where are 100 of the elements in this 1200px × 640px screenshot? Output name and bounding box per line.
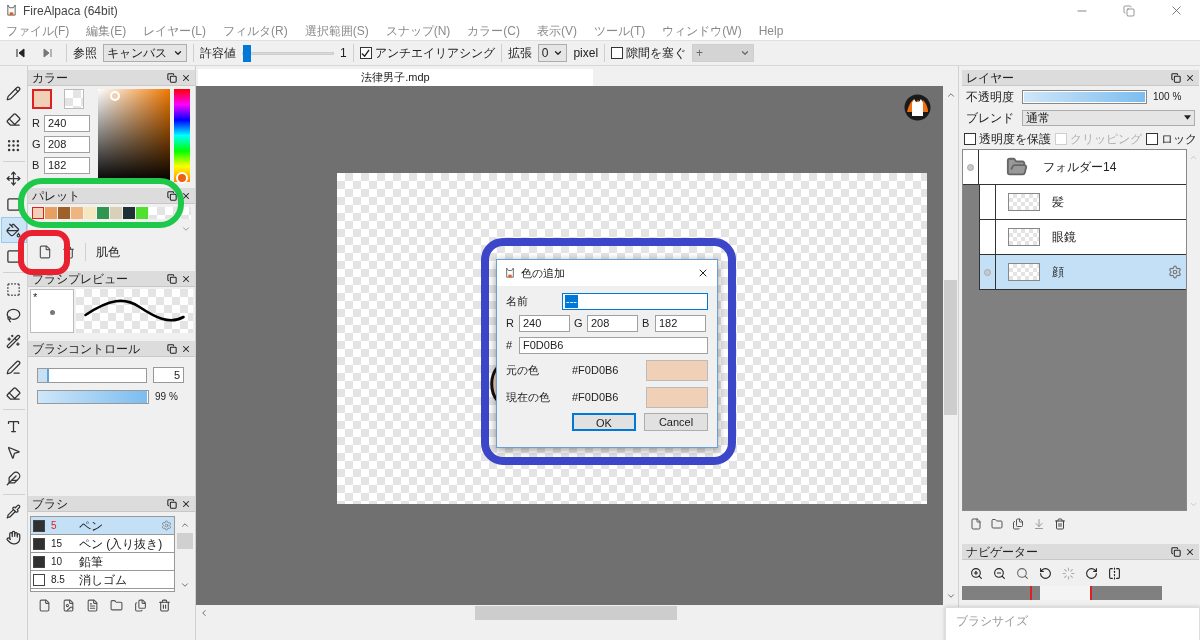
- input-field[interactable]: 208: [44, 136, 90, 153]
- checkbox[interactable]: [1146, 132, 1158, 145]
- input-field[interactable]: 182: [655, 315, 706, 332]
- trash-icon[interactable]: [158, 598, 171, 612]
- input-field[interactable]: 208: [587, 315, 638, 332]
- close-icon[interactable]: [181, 190, 191, 201]
- picker-handle[interactable]: [110, 91, 120, 101]
- menu-item[interactable]: 編集(E): [86, 21, 127, 40]
- menu-item[interactable]: カラー(C): [467, 21, 520, 40]
- search-icon[interactable]: [1016, 566, 1029, 580]
- menu-item[interactable]: 表示(V): [537, 21, 577, 40]
- menu-item[interactable]: ウィンドウ(W): [662, 21, 742, 40]
- image-file-icon[interactable]: [62, 598, 75, 612]
- palette-swatch[interactable]: [71, 207, 83, 219]
- rotate-right-icon[interactable]: [1085, 566, 1098, 580]
- visibility-toggle[interactable]: [980, 220, 996, 254]
- float-icon[interactable]: [167, 72, 177, 83]
- palette-swatch[interactable]: [84, 207, 96, 219]
- new-file-icon[interactable]: [38, 245, 52, 259]
- palette-swatch[interactable]: [32, 207, 44, 219]
- scrollbar-thumb[interactable]: [944, 280, 957, 415]
- text-file-icon[interactable]: [86, 598, 99, 612]
- float-icon[interactable]: [167, 273, 177, 284]
- checkbox[interactable]: [359, 47, 372, 59]
- step-back-icon[interactable]: [16, 48, 26, 58]
- flip-icon[interactable]: [1108, 566, 1121, 580]
- menu-item[interactable]: ツール(T): [594, 21, 646, 40]
- blend-dropdown[interactable]: 通常: [1022, 109, 1195, 126]
- scrollbar-thumb[interactable]: [177, 533, 193, 549]
- background-color[interactable]: [64, 89, 84, 109]
- size-slider[interactable]: [37, 367, 147, 383]
- new-file-icon[interactable]: [970, 518, 982, 530]
- checkbox[interactable]: [611, 47, 624, 59]
- input-field[interactable]: 182: [44, 157, 90, 174]
- close-icon[interactable]: [1185, 72, 1195, 83]
- layer-row[interactable]: 眼鏡: [996, 220, 1186, 254]
- scroll-up-icon[interactable]: [180, 520, 190, 530]
- color-square[interactable]: [98, 89, 170, 182]
- close-icon[interactable]: [697, 267, 709, 279]
- visibility-toggle[interactable]: [963, 150, 979, 184]
- hue-handle[interactable]: [176, 172, 188, 184]
- dialog-button[interactable]: Cancel: [644, 413, 708, 431]
- palette-swatch[interactable]: [110, 207, 122, 219]
- float-icon[interactable]: [167, 190, 177, 201]
- document-tab[interactable]: 法律男子.mdp: [198, 69, 593, 86]
- new-file-icon[interactable]: [38, 598, 51, 612]
- checkbox[interactable]: [964, 132, 976, 145]
- trash-icon[interactable]: [62, 245, 75, 259]
- brush-row[interactable]: 5 ペン: [31, 517, 174, 535]
- close-icon[interactable]: [181, 273, 191, 284]
- close-icon[interactable]: [181, 343, 191, 354]
- duplicate-icon[interactable]: [134, 598, 147, 612]
- zoom-in-icon[interactable]: [970, 566, 983, 580]
- menu-item[interactable]: レイヤー(L): [143, 21, 206, 40]
- brush-row[interactable]: 8.5 消しゴム: [31, 571, 174, 589]
- size-field[interactable]: 5: [153, 367, 184, 383]
- expand-dropdown[interactable]: 0: [537, 44, 568, 62]
- float-icon[interactable]: [167, 343, 177, 354]
- slider-thumb[interactable]: [243, 44, 251, 62]
- brush-row[interactable]: 10 鉛筆: [31, 553, 174, 571]
- zoom-out-icon[interactable]: [993, 566, 1006, 580]
- scroll-down-icon[interactable]: [180, 580, 190, 590]
- layer-row[interactable]: 顔: [996, 255, 1186, 289]
- visibility-toggle[interactable]: [980, 255, 996, 289]
- float-icon[interactable]: [1171, 72, 1181, 83]
- float-icon[interactable]: [1171, 546, 1181, 557]
- menu-item[interactable]: Help: [758, 21, 784, 40]
- foreground-color[interactable]: [32, 89, 52, 109]
- menu-item[interactable]: スナップ(N): [385, 21, 451, 40]
- name-field[interactable]: ---: [562, 293, 708, 310]
- scroll-left-icon[interactable]: [199, 608, 209, 618]
- hue-bar[interactable]: [174, 89, 190, 182]
- reference-dropdown[interactable]: キャンバス: [103, 44, 187, 62]
- tool-button[interactable]: [0, 217, 27, 243]
- close-icon[interactable]: [181, 498, 191, 509]
- folder-icon[interactable]: [110, 598, 123, 612]
- dialog-button[interactable]: OK: [572, 413, 636, 431]
- palette-swatch[interactable]: [45, 207, 57, 219]
- visibility-toggle[interactable]: [980, 185, 996, 219]
- scrollbar-thumb[interactable]: [475, 606, 677, 620]
- scroll-up-icon[interactable]: [945, 90, 956, 100]
- input-field[interactable]: 240: [519, 315, 570, 332]
- rotate-left-icon[interactable]: [1039, 566, 1052, 580]
- close-icon[interactable]: [1185, 546, 1195, 557]
- palette-swatch[interactable]: [136, 207, 148, 219]
- layer-row[interactable]: フォルダー14: [979, 150, 1186, 184]
- menu-item[interactable]: フィルタ(R): [223, 21, 288, 40]
- close-icon[interactable]: [181, 72, 191, 83]
- duplicate-icon[interactable]: [1012, 518, 1024, 530]
- palette-swatch[interactable]: [97, 207, 109, 219]
- palette-swatch[interactable]: [123, 207, 135, 219]
- gear-icon[interactable]: [1168, 265, 1182, 279]
- step-forward-icon[interactable]: [42, 48, 52, 58]
- menu-item[interactable]: 選択範囲(S): [304, 21, 369, 40]
- float-icon[interactable]: [167, 498, 177, 509]
- palette-swatch[interactable]: [58, 207, 70, 219]
- menu-item[interactable]: ファイル(F): [6, 21, 70, 40]
- scroll-down-icon[interactable]: [945, 591, 956, 601]
- input-field[interactable]: 240: [44, 115, 90, 132]
- folder-icon[interactable]: [991, 518, 1003, 530]
